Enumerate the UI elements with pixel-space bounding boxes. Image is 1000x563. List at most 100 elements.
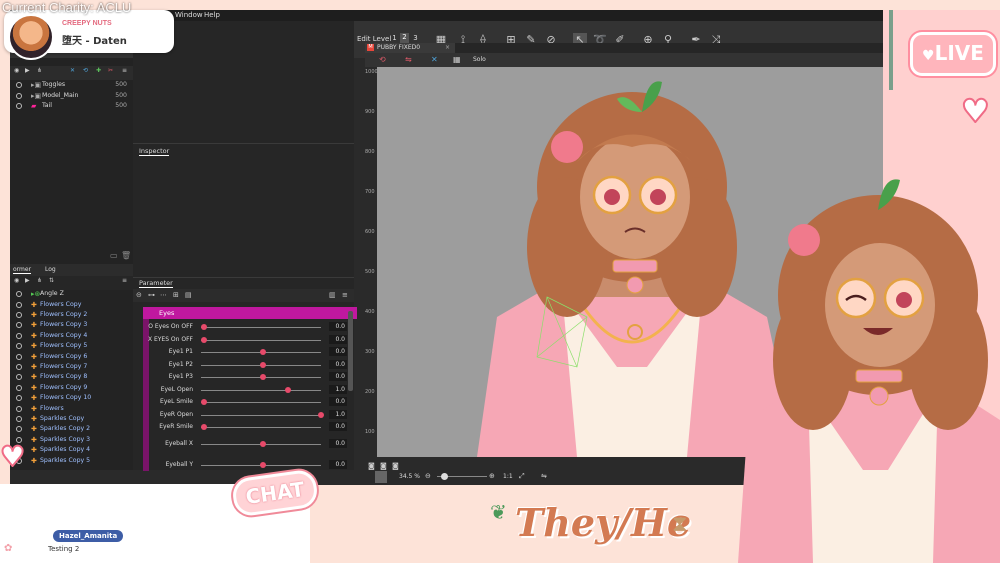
deformer-row[interactable]: ✚ Flowers Copy — [10, 300, 133, 310]
parameter-row[interactable]: Eye1 P1 0.0 — [133, 346, 354, 358]
parameter-slider[interactable] — [201, 339, 321, 341]
zoom-value[interactable]: 34.5 % — [399, 473, 420, 480]
visibility-icon[interactable] — [16, 384, 22, 391]
grid-icon[interactable]: ▦ — [453, 55, 461, 64]
deformer-row[interactable]: ✚ Flowers Copy 3 — [10, 320, 133, 330]
visibility-icon[interactable] — [16, 426, 22, 433]
parameter-row[interactable]: Eyeball Y 0.0 — [133, 459, 354, 471]
parameter-title[interactable]: Parameter — [139, 279, 173, 288]
eye-toggle-icon[interactable]: ◉ — [14, 67, 19, 74]
visibility-icon[interactable] — [16, 311, 22, 318]
parameter-value-input[interactable]: 0.0 — [329, 359, 347, 369]
deformer-row[interactable]: ✚ Flowers Copy 4 — [10, 331, 133, 341]
layer-row[interactable]: ▸▣ Toggles 500 — [10, 80, 133, 90]
parameter-row[interactable]: Eye1 P2 0.0 — [133, 359, 354, 371]
grid-view-icon[interactable]: ▤ — [185, 291, 192, 299]
deformer-row[interactable]: ✚ Sparkles Copy 2 — [10, 424, 133, 434]
tab-deformer[interactable]: ormer — [13, 266, 32, 274]
edit-level-3[interactable]: 3 — [411, 34, 420, 42]
visibility-icon[interactable] — [16, 405, 22, 412]
parameter-slider[interactable] — [201, 427, 321, 428]
parameter-value-input[interactable]: 0.0 — [329, 422, 347, 431]
parameter-value-input[interactable]: 0.0 — [329, 334, 347, 344]
parameter-row[interactable]: X EYES On OFF 0.0 — [133, 334, 354, 346]
record-icon[interactable]: ◙ — [380, 462, 387, 470]
parameter-slider-knob[interactable] — [201, 424, 207, 430]
visibility-icon[interactable] — [16, 374, 22, 381]
menu-help[interactable]: Help — [204, 11, 220, 19]
reflect-icon[interactable]: ⇋ — [405, 55, 412, 64]
zoom-out-icon[interactable]: ⊖ — [425, 472, 431, 480]
parameter-slider-knob[interactable] — [201, 399, 207, 405]
tab-log[interactable]: Log — [45, 266, 56, 273]
deformer-row[interactable]: ✚ Flowers Copy 10 — [10, 393, 133, 403]
param-copy-icon[interactable]: ▥ — [329, 291, 336, 299]
parameter-slider-knob[interactable] — [259, 374, 266, 380]
parameter-slider[interactable] — [201, 414, 321, 416]
visibility-icon[interactable] — [16, 291, 22, 297]
tree-icon[interactable]: ⋔ — [37, 277, 42, 284]
deformer-row[interactable]: ✚ Sparkles Copy 5 — [10, 456, 133, 466]
parameter-value-input[interactable]: 0.0 — [329, 372, 347, 381]
visibility-icon[interactable] — [16, 92, 22, 99]
parameter-value-input[interactable]: 0.0 — [329, 439, 347, 448]
document-tab[interactable]: M PUBBY FIXED0 × — [365, 43, 455, 53]
play-icon[interactable]: ▶ — [25, 277, 30, 284]
visibility-icon[interactable] — [16, 415, 22, 422]
video-icon[interactable]: ◙ — [392, 462, 399, 470]
deformer-row[interactable]: ✚ Flowers Copy 2 — [10, 310, 133, 320]
background-swatch[interactable] — [375, 471, 387, 483]
actual-size-button[interactable]: 1:1 — [503, 473, 513, 480]
grid-icon[interactable]: ✕ — [70, 67, 75, 74]
deformer-row[interactable]: ✚ Flowers Copy 9 — [10, 383, 133, 393]
parameter-slider-knob[interactable] — [259, 441, 266, 447]
visibility-icon[interactable] — [16, 395, 22, 402]
parameter-row[interactable]: EyeR Smile 0.0 — [133, 421, 354, 433]
parameter-slider-knob[interactable] — [285, 386, 292, 393]
panel-menu-icon[interactable]: ≡ — [122, 67, 127, 74]
zoom-slider-knob[interactable] — [441, 473, 448, 480]
eye-toggle-icon[interactable]: ◉ — [14, 277, 19, 284]
link-keys-icon[interactable]: ⋯ — [160, 291, 167, 299]
deformer-tree-icon[interactable]: ⋔ — [37, 67, 42, 74]
parameter-row[interactable]: EyeR Open 1.0 — [133, 409, 354, 421]
new-folder-icon[interactable]: ▭ — [110, 251, 118, 260]
parameter-slider-knob[interactable] — [259, 361, 266, 368]
collapse-icon[interactable]: ⊝ — [136, 291, 142, 299]
parameter-value-input[interactable]: 0.0 — [329, 397, 347, 406]
deformer-root-row[interactable]: ▸⊛ Angle Z — [10, 289, 133, 299]
deformer-row[interactable]: ✚ Flowers — [10, 404, 133, 414]
parameter-value-input[interactable]: 0.0 — [329, 347, 347, 356]
parameter-row[interactable]: EyeL Open 1.0 — [133, 384, 354, 396]
parameter-slider-knob[interactable] — [259, 462, 266, 468]
parameter-slider[interactable] — [201, 402, 321, 403]
zoom-in-icon[interactable]: ⊕ — [489, 472, 495, 480]
parameter-slider[interactable] — [201, 389, 321, 391]
visibility-icon[interactable] — [16, 301, 22, 308]
parameter-slider-knob[interactable] — [201, 324, 207, 330]
parameter-value-input[interactable]: 0.0 — [329, 460, 347, 469]
layer-row[interactable]: ▰ Tail 500 — [10, 101, 133, 111]
refresh-icon[interactable]: ⟲ — [83, 67, 88, 74]
fit-screen-icon[interactable]: ⤢ — [519, 472, 525, 481]
deformer-row[interactable]: ✚ Flowers Copy 7 — [10, 362, 133, 372]
deformer-row[interactable]: ✚ Sparkles Copy 4 — [10, 445, 133, 455]
camera-icon[interactable]: ◙ — [368, 462, 375, 470]
edit-level-2[interactable]: 2 — [400, 33, 409, 43]
sort-icon[interactable]: ⇅ — [49, 277, 54, 284]
visibility-icon[interactable] — [16, 363, 22, 370]
key-icon[interactable]: ⊶ — [148, 291, 155, 299]
visibility-icon[interactable] — [16, 322, 22, 329]
panel-menu-icon[interactable]: ≡ — [342, 291, 348, 299]
parameter-row[interactable]: Eye1 P3 0.0 — [133, 371, 354, 383]
menu-window[interactable]: Window — [175, 11, 203, 19]
parameter-row[interactable]: O Eyes On OFF 0.0 — [133, 321, 354, 333]
deformer-row[interactable]: ✚ Flowers Copy 6 — [10, 352, 133, 362]
close-tab-icon[interactable]: × — [445, 43, 450, 53]
parameter-slider[interactable] — [201, 327, 321, 328]
parameter-slider-knob[interactable] — [201, 336, 207, 343]
deformer-row[interactable]: ✚ Sparkles Copy 3 — [10, 435, 133, 445]
solo-toggle[interactable]: Solo — [473, 56, 486, 63]
trash-icon[interactable]: 🗑 — [121, 251, 131, 260]
inspector-title[interactable]: Inspector — [139, 147, 170, 156]
